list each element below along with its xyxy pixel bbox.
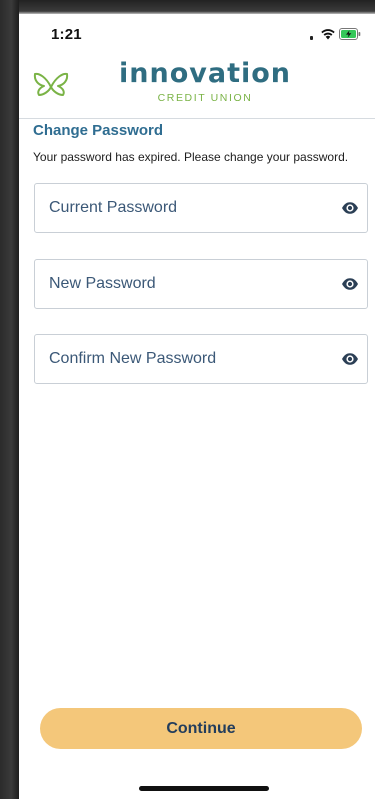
battery-charging-icon <box>339 28 361 40</box>
page-title: Change Password <box>33 122 164 139</box>
app-screen: 1:21 innovation CREDIT UNION Change Pass… <box>19 14 375 799</box>
eye-icon[interactable] <box>341 201 359 215</box>
current-password-field[interactable]: Current Password <box>34 183 368 233</box>
brand-name: innovation <box>119 58 291 89</box>
confirm-password-field[interactable]: Confirm New Password <box>34 334 368 384</box>
eye-icon[interactable] <box>341 352 359 366</box>
app-header: innovation CREDIT UNION <box>19 54 375 119</box>
new-password-field[interactable]: New Password <box>34 259 368 309</box>
confirm-password-placeholder: Confirm New Password <box>49 350 217 367</box>
page-description: Your password has expired. Please change… <box>33 150 349 164</box>
continue-button[interactable]: Continue <box>40 708 362 749</box>
wifi-icon <box>321 29 335 40</box>
brand-subtitle: CREDIT UNION <box>157 92 253 104</box>
signal-icon <box>310 36 313 40</box>
home-indicator <box>139 786 269 791</box>
eye-icon[interactable] <box>341 277 359 291</box>
status-bar: 1:21 <box>19 14 375 54</box>
butterfly-logo-icon <box>33 72 69 96</box>
current-password-placeholder: Current Password <box>49 199 178 216</box>
device-edge-left <box>0 0 19 799</box>
device-edge-top <box>0 0 375 14</box>
status-time: 1:21 <box>51 26 82 43</box>
new-password-placeholder: New Password <box>49 275 156 292</box>
